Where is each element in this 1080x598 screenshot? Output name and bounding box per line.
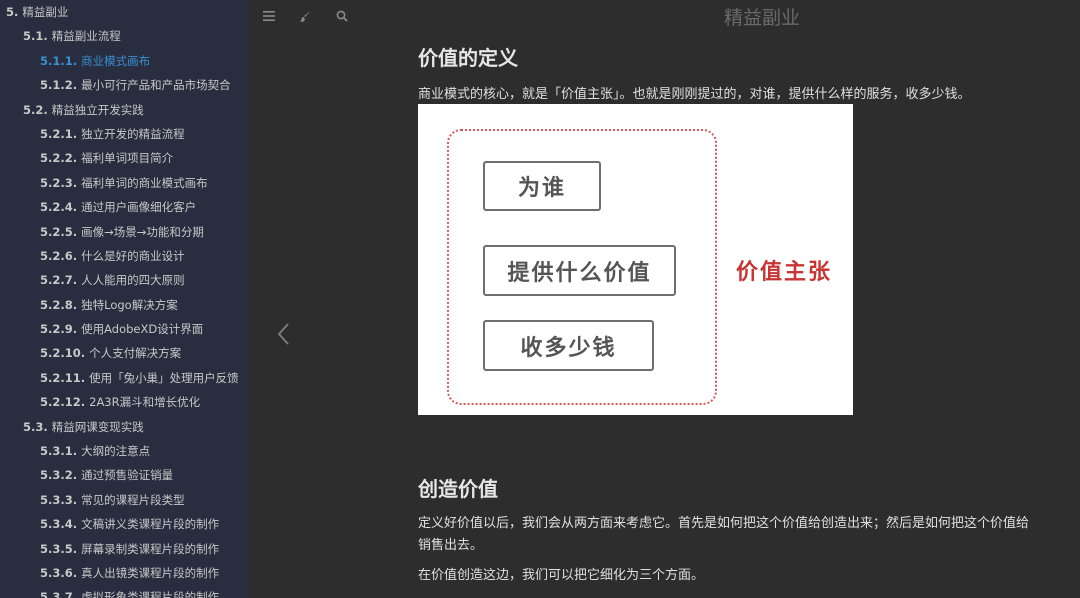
sidebar-item-number: 5.2.8. xyxy=(40,297,78,312)
sidebar-item[interactable]: 5.2.2. 福利单词项目简介 xyxy=(0,146,247,170)
sidebar-item[interactable]: 5.3.2. 通过预售验证销量 xyxy=(0,463,247,487)
sidebar-item-number: 5.2.2. xyxy=(40,151,78,166)
sidebar-item-label: 精益副业 xyxy=(22,5,69,19)
sidebar-item-number: 5.2.9. xyxy=(40,322,78,337)
toc-list: 5. 精益副业 5.1. 精益副业流程 5.1.1. 商业模式画布 5.1.2. 最小可行产品… xyxy=(0,0,247,598)
sidebar-item-number: 5.3.5. xyxy=(40,541,78,556)
sidebar-item[interactable]: 5.2.12. 2A3R漏斗和增长优化 xyxy=(0,390,247,414)
sidebar-item-label: 常见的课程片段类型 xyxy=(81,492,185,507)
sidebar-item-label: 最小可行产品和产品市场契合 xyxy=(81,78,231,93)
sidebar-item-label: 大纲的注意点 xyxy=(81,444,151,459)
sidebar-item[interactable]: 5.3.6. 真人出镜类课程片段的制作 xyxy=(0,561,247,585)
sidebar-item[interactable]: 5.3.1. 大纲的注意点 xyxy=(0,439,247,463)
sidebar-item-label: 精益独立开发实践 xyxy=(51,102,144,117)
sidebar-item-label: 什么是好的商业设计 xyxy=(81,248,185,263)
sidebar-item-number: 5.2.10. xyxy=(40,346,86,361)
sidebar-item[interactable]: 5.2.8. 独特Logo解决方案 xyxy=(0,293,247,317)
search-icon xyxy=(336,10,348,22)
sidebar-item-number: 5.3.7. xyxy=(40,590,78,598)
sidebar-item[interactable]: 5.2.1. 独立开发的精益流程 xyxy=(0,122,247,146)
sidebar-item[interactable]: 5.3.3. 常见的课程片段类型 xyxy=(0,488,247,512)
paintbrush-icon xyxy=(299,10,311,22)
sidebar-item[interactable]: 5.2.11. 使用「兔小巢」处理用户反馈 xyxy=(0,366,247,390)
sidebar-item-label: 精益副业流程 xyxy=(51,29,121,44)
sidebar-item[interactable]: 5.3.7. 虚拟形象类课程片段的制作 xyxy=(0,585,247,598)
sidebar-item[interactable]: 5.2.6. 什么是好的商业设计 xyxy=(0,244,247,268)
sidebar-item-label: 人人能用的四大原则 xyxy=(81,273,185,288)
sidebar-item-number: 5.2.3. xyxy=(40,175,78,190)
sidebar-item-number: 5.2.7. xyxy=(40,273,78,288)
sidebar-item-label: 使用「兔小巢」处理用户反馈 xyxy=(89,370,239,385)
figure-box-how-much: 收多少钱 xyxy=(483,320,654,371)
sidebar-item-number: 5.1. xyxy=(23,29,48,44)
prev-chapter-button[interactable] xyxy=(271,314,295,354)
sidebar-item-label: 福利单词项目简介 xyxy=(81,151,174,166)
sidebar-item-label: 通过预售验证销量 xyxy=(81,468,174,483)
figure-box-for-whom: 为谁 xyxy=(483,161,601,211)
sidebar-item-number: 5.3.1. xyxy=(40,444,78,459)
sidebar-item-label: 独立开发的精益流程 xyxy=(81,126,185,141)
section-heading-create-value: 创造价值 xyxy=(418,477,498,501)
sidebar-item-label: 画像→场景→功能和分期 xyxy=(81,224,204,239)
sidebar-item-label: 独特Logo解决方案 xyxy=(81,297,178,312)
sidebar-item-number: 5.3. xyxy=(23,419,48,434)
sidebar-item[interactable]: 5.3.5. 屏幕录制类课程片段的制作 xyxy=(0,537,247,561)
section-heading-value-definition: 价值的定义 xyxy=(418,46,518,70)
top-toolbar xyxy=(247,0,1080,32)
sidebar-item-number: 5.2.5. xyxy=(40,224,78,239)
sidebar-item[interactable]: 5.2.7. 人人能用的四大原则 xyxy=(0,268,247,292)
sidebar-item[interactable]: 5.3.4. 文稿讲义类课程片段的制作 xyxy=(0,512,247,536)
sidebar-item-number: 5.2.12. xyxy=(40,395,86,410)
sidebar-item-label: 福利单词的商业模式画布 xyxy=(81,175,208,190)
sidebar-item-number: 5.3.3. xyxy=(40,492,78,507)
sidebar-item-label: 文稿讲义类课程片段的制作 xyxy=(81,517,220,532)
hamburger-icon xyxy=(263,11,275,21)
sidebar-item[interactable]: 5.2.10. 个人支付解决方案 xyxy=(0,341,247,365)
paragraph: 商业模式的核心，就是「价值主张」。也就是刚刚提过的，对谁，提供什么样的服务，收多… xyxy=(418,87,971,102)
sidebar-item-label: 真人出镜类课程片段的制作 xyxy=(81,565,220,580)
sidebar-item-number: 5.3.4. xyxy=(40,517,78,532)
sidebar-item-label: 虚拟形象类课程片段的制作 xyxy=(81,590,220,598)
sidebar-item[interactable]: 5.2. 精益独立开发实践 xyxy=(0,98,247,122)
search-button[interactable] xyxy=(332,6,352,26)
figure-label-value-proposition: 价值主张 xyxy=(736,259,833,285)
sidebar-item-label: 商业模式画布 xyxy=(81,53,151,68)
sidebar-item[interactable]: 5.1.1. 商业模式画布 xyxy=(0,49,247,73)
sidebar-item[interactable]: 5.2.9. 使用AdobeXD设计界面 xyxy=(0,317,247,341)
paragraph: 在价值创造这边，我们可以把它细化为三个方面。 xyxy=(418,568,705,583)
sidebar-item-label: 2A3R漏斗和增长优化 xyxy=(89,395,201,410)
sidebar-item-number: 5.2.6. xyxy=(40,248,78,263)
sidebar-item-label: 精益网课变现实践 xyxy=(51,419,144,434)
sidebar-item-number: 5.2. xyxy=(23,102,48,117)
theme-button[interactable] xyxy=(295,6,315,26)
sidebar-item-label: 个人支付解决方案 xyxy=(89,346,182,361)
sidebar-item-number: 5.2.11. xyxy=(40,370,86,385)
main-content: 精益副业 价值的定义 商业模式的核心，就是「价值主张」。也就是刚刚提过的，对谁，… xyxy=(247,0,1080,598)
sidebar-toc: 5. 精益副业 5.1. 精益副业流程 5.1.1. 商业模式画布 5.1.2. 最小可行产品… xyxy=(0,0,247,598)
sidebar-item[interactable]: 5.1.2. 最小可行产品和产品市场契合 xyxy=(0,73,247,97)
sidebar-item-number: 5.3.6. xyxy=(40,565,78,580)
sidebar-item-number: 5.2.1. xyxy=(40,126,78,141)
sidebar-item-number: 5.1.1. xyxy=(40,53,78,68)
sidebar-item-label: 通过用户画像细化客户 xyxy=(81,200,197,215)
sidebar-item-label: 屏幕录制类课程片段的制作 xyxy=(81,541,220,556)
sidebar-item[interactable]: 5.2.4. 通过用户画像细化客户 xyxy=(0,195,247,219)
sidebar-item-label: 使用AdobeXD设计界面 xyxy=(81,322,204,337)
sidebar-item[interactable]: 5.3. 精益网课变现实践 xyxy=(0,415,247,439)
menu-toggle-button[interactable] xyxy=(259,6,279,26)
sidebar-item[interactable]: 5.1. 精益副业流程 xyxy=(0,24,247,48)
sidebar-item[interactable]: 5. 精益副业 xyxy=(0,0,247,24)
sidebar-item-number: 5.3.2. xyxy=(40,468,78,483)
sidebar-item[interactable]: 5.2.3. 福利单词的商业模式画布 xyxy=(0,171,247,195)
sidebar-item-number: 5. xyxy=(6,5,19,19)
sidebar-item-number: 5.2.4. xyxy=(40,200,78,215)
sidebar-item-number: 5.1.2. xyxy=(40,78,78,93)
value-proposition-figure: 为谁 提供什么价值 收多少钱 价值主张 xyxy=(418,104,853,415)
figure-box-what-value: 提供什么价值 xyxy=(483,245,676,296)
paragraph: 定义好价值以后，我们会从两方面来考虑它。首先是如何把这个价值给创造出来；然后是如… xyxy=(418,516,1030,553)
chevron-left-icon xyxy=(277,323,289,345)
sidebar-item[interactable]: 5.2.5. 画像→场景→功能和分期 xyxy=(0,220,247,244)
